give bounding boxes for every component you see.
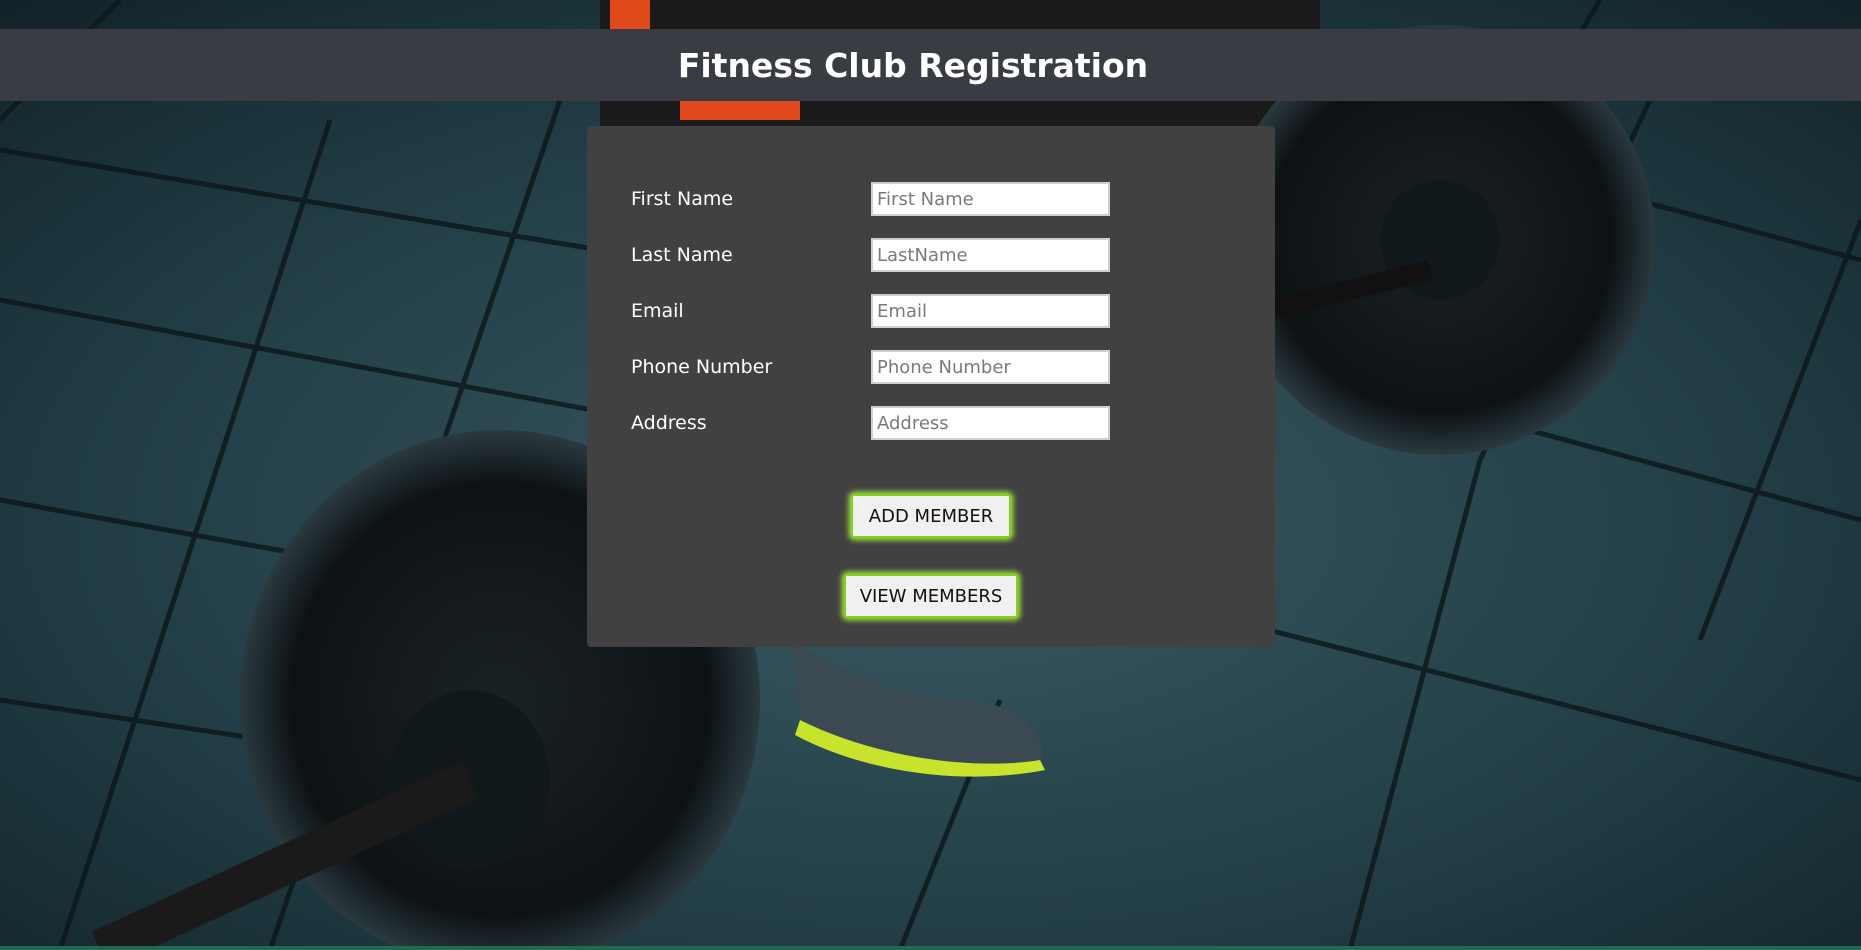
bottom-border	[0, 946, 1861, 950]
first-name-row: First Name	[631, 182, 1231, 218]
last-name-input[interactable]	[871, 238, 1110, 272]
email-label: Email	[631, 300, 684, 322]
view-members-button[interactable]: VIEW MEMBERS	[844, 574, 1018, 618]
phone-number-label: Phone Number	[631, 356, 773, 378]
last-name-label: Last Name	[631, 244, 733, 266]
page-title: Fitness Club Registration	[677, 45, 1149, 85]
email-row: Email	[631, 294, 1231, 330]
first-name-label: First Name	[631, 188, 734, 210]
address-label: Address	[631, 412, 707, 434]
registration-form-card: First Name Last Name Email Phone Number …	[587, 126, 1275, 647]
page: Fitness Club Registration First Name Las…	[0, 0, 1861, 950]
add-member-button[interactable]: ADD MEMBER	[851, 494, 1011, 538]
address-input[interactable]	[871, 406, 1110, 440]
phone-number-row: Phone Number	[631, 350, 1231, 386]
phone-number-input[interactable]	[871, 350, 1110, 384]
first-name-input[interactable]	[871, 182, 1110, 216]
email-input[interactable]	[871, 294, 1110, 328]
page-header: Fitness Club Registration	[0, 29, 1861, 101]
last-name-row: Last Name	[631, 238, 1231, 274]
address-row: Address	[631, 406, 1231, 442]
